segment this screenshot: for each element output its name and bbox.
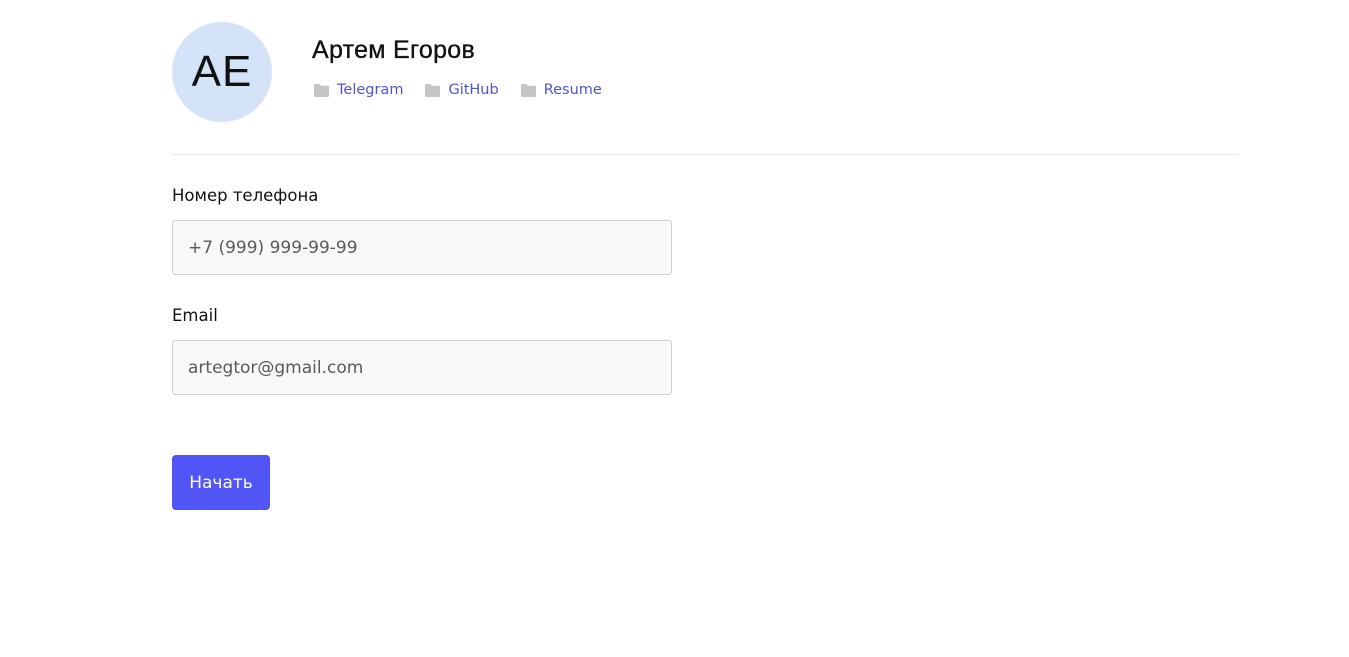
folder-icon: [520, 83, 536, 97]
email-input[interactable]: [172, 340, 672, 395]
link-label: GitHub: [448, 82, 499, 98]
profile-links: Telegram GitHub Resume: [314, 82, 624, 98]
start-button[interactable]: Начать: [172, 455, 270, 510]
phone-label: Номер телефона: [172, 186, 319, 205]
avatar-initials: AE: [191, 47, 253, 96]
folder-icon: [314, 83, 329, 97]
page: AE Артем Егоров Telegram GitHub Resume Н…: [0, 0, 1349, 657]
link-resume[interactable]: Resume: [520, 82, 602, 98]
folder-icon: [425, 83, 441, 97]
link-label: Telegram: [337, 82, 404, 98]
email-label: Email: [172, 306, 218, 325]
avatar: AE: [172, 22, 272, 122]
divider: [172, 154, 1238, 155]
link-github[interactable]: GitHub: [425, 82, 499, 98]
link-label: Resume: [543, 82, 602, 98]
phone-input[interactable]: [172, 220, 672, 275]
link-telegram[interactable]: Telegram: [314, 82, 403, 98]
profile-name: Артем Егоров: [312, 36, 476, 64]
